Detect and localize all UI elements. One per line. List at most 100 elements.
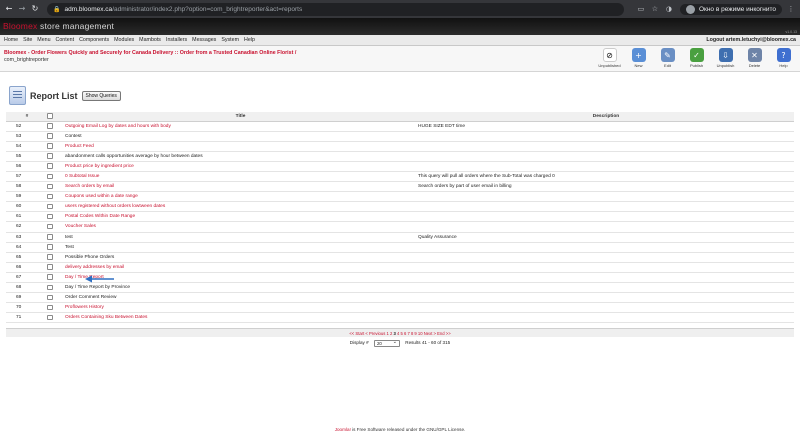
menu-home[interactable]: Home	[4, 37, 18, 43]
menu-installers[interactable]: Installers	[166, 37, 187, 43]
logout-link[interactable]: Logout artem.letuchyi@bloomex.ca	[706, 37, 796, 43]
unpublished-button[interactable]: ⊘ Unpublished	[595, 48, 624, 70]
menu-help[interactable]: Help	[244, 37, 255, 43]
back-icon[interactable]: ←	[4, 4, 14, 14]
unpublish-button[interactable]: ⇩ Unpublish	[711, 48, 740, 70]
version-label: v1.0.13	[785, 30, 797, 34]
row-checkbox-cell	[38, 272, 62, 284]
row-checkbox[interactable]	[47, 244, 53, 250]
pagination-next-links[interactable]: 4 5 6 7 8 9 10 Next > End >>	[396, 331, 451, 336]
report-title-link[interactable]: Postal Codes Within Date Range	[65, 214, 135, 219]
menu-messages[interactable]: Messages	[192, 37, 216, 43]
admin-menubar: Home Site Menu Content Components Module…	[0, 35, 800, 46]
row-title-cell: Day / Time Report by Province	[62, 282, 416, 294]
row-title-cell: abandonment calls opportunities average …	[62, 151, 416, 162]
report-title-link[interactable]: Search orders by email	[65, 184, 114, 189]
row-checkbox[interactable]	[47, 223, 53, 230]
row-checkbox[interactable]	[47, 193, 53, 200]
tab-search-icon[interactable]: ▭	[636, 4, 646, 14]
joomla-link[interactable]: Joomla!	[335, 427, 351, 432]
menu-dots-icon[interactable]: ⋮	[786, 4, 796, 14]
row-number: 58	[6, 181, 38, 193]
display-limit-select[interactable]: 20	[373, 339, 400, 347]
license-text: is Free Software released under the GNU/…	[350, 427, 466, 432]
address-bar[interactable]: 🔒 adm.bloomex.ca /administrator/index2.p…	[47, 2, 624, 16]
report-title-link[interactable]: Outgoing Email Log by dates and hours wi…	[65, 124, 171, 129]
menu-menu[interactable]: Menu	[37, 37, 50, 43]
report-title-link[interactable]: users registered without orders lowtween…	[65, 204, 165, 209]
row-checkbox-cell	[38, 131, 62, 142]
row-description	[416, 161, 794, 172]
menu-system[interactable]: System	[221, 37, 239, 43]
report-title-link[interactable]: Product price by ingredient price	[65, 164, 134, 169]
row-checkbox[interactable]	[47, 284, 53, 291]
row-description: This query will pull all orders where th…	[416, 171, 794, 183]
report-title-link[interactable]: Voucher Sales	[65, 224, 96, 229]
row-checkbox[interactable]	[47, 294, 53, 301]
row-checkbox[interactable]	[47, 143, 53, 149]
menu-modules[interactable]: Modules	[114, 37, 134, 43]
bookmark-star-icon[interactable]: ☆	[650, 4, 660, 14]
row-checkbox[interactable]	[47, 314, 53, 321]
menu-content[interactable]: Content	[56, 37, 75, 43]
row-checkbox[interactable]	[47, 203, 53, 210]
row-checkbox-cell	[38, 161, 62, 172]
row-checkbox[interactable]	[47, 173, 53, 179]
report-title-link[interactable]: Orders Containing Sku Between Dates	[65, 315, 147, 320]
show-queries-button[interactable]: Show Queries	[81, 90, 121, 101]
report-title: Day / Time Report by Province	[65, 285, 131, 291]
breadcrumb: Bloomex - Order Flowers Quickly and Secu…	[4, 50, 296, 63]
row-checkbox[interactable]	[47, 133, 53, 139]
incognito-icon	[685, 4, 695, 14]
report-title: test	[65, 234, 73, 240]
row-number: 64	[6, 242, 38, 253]
report-title-link[interactable]: Coupons used within a date range	[65, 194, 138, 199]
report-list-icon	[9, 86, 26, 105]
incognito-indicator[interactable]: Окно в режиме инкогнито	[679, 3, 782, 15]
profile-icon[interactable]: ◑	[664, 4, 674, 14]
row-checkbox[interactable]	[47, 163, 53, 169]
report-title-link[interactable]: 0 Subtotal Issue	[65, 174, 99, 179]
row-checkbox[interactable]	[47, 234, 53, 240]
delete-icon: ✕	[747, 48, 762, 62]
row-checkbox[interactable]	[47, 213, 53, 220]
help-button[interactable]: ? Help	[769, 48, 798, 70]
table-row: 65 Possible Phone Orders	[6, 252, 794, 263]
pagination: << Start < Previous 1 2 3 4 5 6 7 8 9 10…	[6, 328, 794, 338]
header-number: #	[6, 112, 38, 122]
publish-button[interactable]: ✓ Publish	[682, 48, 711, 70]
new-icon: +	[631, 48, 646, 62]
breadcrumb-site[interactable]: Bloomex - Order Flowers Quickly and Secu…	[4, 50, 296, 56]
unpublish-icon: ⇩	[718, 48, 733, 62]
select-all-checkbox[interactable]	[47, 113, 53, 119]
forward-icon[interactable]: →	[17, 4, 27, 14]
incognito-label: Окно в режиме инкогнито	[698, 5, 776, 13]
menu-components[interactable]: Components	[79, 37, 109, 43]
reload-icon[interactable]: ↻	[30, 4, 40, 14]
delete-button[interactable]: ✕ Delete	[740, 48, 769, 70]
header-select-all	[38, 112, 62, 122]
toolbar-buttons: ⊘ Unpublished + New ✎ Edit ✓ Publish ⇩ Unpublish ✕…	[595, 48, 798, 70]
row-checkbox[interactable]	[47, 123, 53, 129]
row-checkbox[interactable]	[47, 254, 53, 260]
row-checkbox-cell	[38, 282, 62, 294]
pagination-prev-links[interactable]: << Start < Previous 1 2	[349, 331, 393, 336]
row-checkbox[interactable]	[47, 304, 53, 311]
row-title-cell: delivery addresses by email	[62, 262, 416, 273]
report-title-link[interactable]: Product Feed	[65, 144, 94, 149]
report-title-link[interactable]: delivery addresses by email	[65, 265, 124, 270]
row-description	[416, 131, 794, 142]
row-checkbox[interactable]	[47, 274, 53, 280]
menu-mambots[interactable]: Mambots	[139, 37, 161, 43]
row-number: 63	[6, 232, 38, 243]
row-checkbox[interactable]	[47, 153, 53, 159]
row-checkbox-cell	[38, 181, 62, 193]
row-checkbox[interactable]	[47, 264, 53, 270]
toolbar-button-label: New	[634, 63, 643, 68]
row-checkbox[interactable]	[47, 183, 53, 190]
new-button[interactable]: + New	[624, 48, 653, 70]
edit-button[interactable]: ✎ Edit	[653, 48, 682, 70]
row-title-cell: Order Comment Review	[62, 292, 416, 304]
menu-site[interactable]: Site	[23, 37, 32, 43]
report-title-link[interactable]: Proflowers History	[65, 305, 104, 310]
